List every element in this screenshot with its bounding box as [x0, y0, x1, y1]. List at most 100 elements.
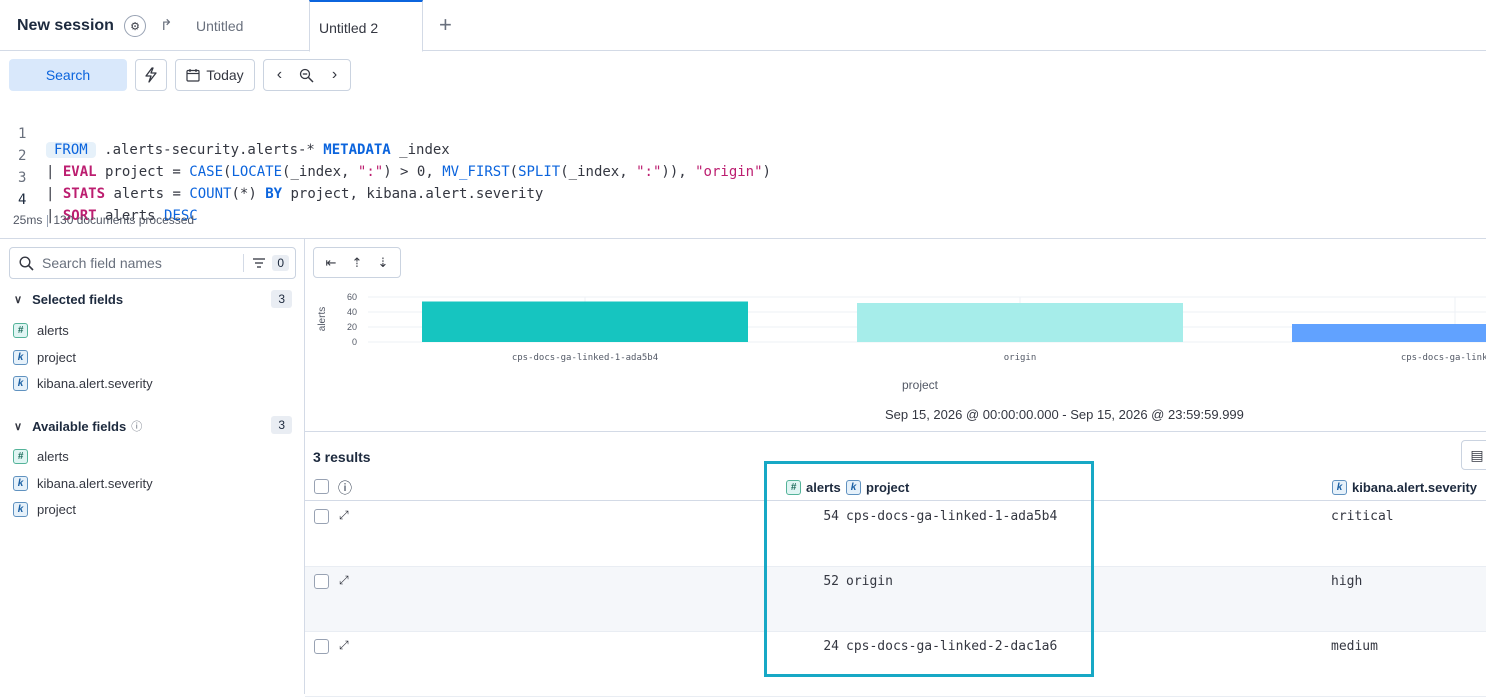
field-name: kibana.alert.severity [37, 376, 153, 391]
x-tick-label: cps-docs-ga-linked-1-ada5b4 [512, 353, 658, 363]
date-picker-button[interactable]: Today [175, 59, 255, 91]
y-tick-label: 20 [347, 322, 357, 332]
cell-alerts: 24 [823, 639, 839, 654]
field-name: project [37, 350, 77, 365]
keyword-type-icon: k [13, 376, 28, 391]
docs-processed: 130 documents processed [53, 213, 195, 227]
table-row[interactable]: ⤢ 54 cps-docs-ga-linked-1-ada5b4 critica… [305, 502, 1486, 567]
field-item-project[interactable]: k project [13, 350, 76, 365]
grid-header: ⓘ # alerts k project k kibana.alert.severit… [305, 473, 1486, 501]
table-row[interactable]: ⤢ 52 origin high [305, 567, 1486, 632]
bar-chart: 0 20 40 60 alerts cps-docs-ga-linked-1-ada5b4… [317, 292, 1486, 392]
available-fields-header[interactable]: ∨ Available fields ⓘ [14, 418, 142, 434]
session-settings-icon[interactable]: ⚙ [124, 15, 146, 37]
field-search-input[interactable] [42, 255, 232, 271]
field-item-alerts[interactable]: # alerts [13, 323, 69, 338]
chevron-left-icon[interactable]: ‹ [277, 66, 282, 84]
column-header-alerts[interactable]: # alerts [786, 480, 841, 495]
tab-untitled-2[interactable]: Untitled 2 [309, 0, 423, 52]
expand-icon[interactable]: ⤢ [339, 573, 349, 588]
table-row[interactable]: ⤢ 24 cps-docs-ga-linked-2-dac1a6 medium [305, 632, 1486, 697]
info-icon[interactable]: ⓘ [131, 418, 142, 434]
field-item-severity[interactable]: k kibana.alert.severity [13, 476, 153, 491]
collapse-chart-icon[interactable]: ⇣ [378, 255, 389, 271]
chart-toolbar: ⇤ ⇡ ⇣ [313, 247, 401, 278]
field-item-severity[interactable]: k kibana.alert.severity [13, 376, 153, 391]
number-type-icon: # [13, 323, 28, 338]
keyword-type-icon: k [13, 350, 28, 365]
code-line-1: 1 FROM .alerts-security.alerts-* METADAT… [18, 126, 450, 158]
keyword-type-icon: k [1332, 480, 1347, 495]
tab-untitled[interactable]: Untitled [196, 0, 243, 51]
field-name: kibana.alert.severity [37, 476, 153, 491]
keyword-type-icon: k [13, 502, 28, 517]
results-count: 3 results [313, 449, 371, 465]
select-all-checkbox[interactable] [314, 479, 329, 494]
row-checkbox[interactable] [314, 639, 329, 654]
x-tick-label: cps-docs-ga-linked-2 [1401, 353, 1486, 363]
keyword-type-icon: k [846, 480, 861, 495]
expand-chart-icon[interactable]: ⇡ [352, 255, 363, 271]
share-icon[interactable]: ↱ [160, 16, 173, 34]
column-title: project [866, 480, 910, 495]
time-range-label: Sep 15, 2026 @ 00:00:00.000 - Sep 15, 20… [885, 407, 1244, 422]
code-line-4: 4 | SORT alerts DESC [18, 192, 198, 224]
field-name: alerts [37, 449, 69, 464]
cell-project: cps-docs-ga-linked-1-ada5b4 [846, 509, 1058, 524]
field-name: project [37, 502, 77, 517]
chevron-down-icon: ∨ [14, 420, 23, 433]
code-line-3: 3 | STATS alerts = COUNT(*) BY project, … [18, 170, 544, 202]
row-checkbox[interactable] [314, 509, 329, 524]
y-axis-label: alerts [317, 307, 328, 331]
search-button[interactable]: Search [9, 59, 127, 91]
y-tick-label: 60 [347, 292, 357, 302]
add-tab-icon[interactable]: + [439, 12, 452, 38]
section-title: Available fields [32, 418, 127, 434]
field-filter-button[interactable]: 0 [243, 254, 289, 272]
results-grid: 3 results ▤ ⓘ # alerts k project k kibana.a… [305, 431, 1486, 697]
section-title: Selected fields [32, 292, 124, 307]
cell-alerts: 54 [823, 509, 839, 524]
query-editor[interactable]: 1 FROM .alerts-security.alerts-* METADAT… [0, 104, 1486, 224]
keyword-type-icon: k [13, 476, 28, 491]
zoom-out-icon[interactable] [299, 68, 315, 83]
field-sidebar: 0 ∨ Selected fields 3 # alerts k project k… [0, 238, 305, 694]
chevron-right-icon[interactable]: › [332, 66, 337, 84]
field-item-alerts[interactable]: # alerts [13, 449, 69, 464]
x-axis-label: project [902, 378, 939, 392]
query-time: 25ms [13, 213, 43, 227]
column-header-project[interactable]: k project [846, 480, 909, 495]
x-tick-label: origin [1004, 353, 1037, 363]
bar [1292, 324, 1486, 342]
cell-project: origin [846, 574, 893, 589]
filter-icon [253, 258, 266, 268]
column-title: alerts [806, 480, 841, 495]
main-panel: ⇤ ⇡ ⇣ 0 20 40 60 alerts cps-docs-ga-linked-1-… [305, 238, 1486, 697]
y-tick-label: 40 [347, 307, 357, 317]
search-icon [19, 255, 34, 271]
field-name: alerts [37, 323, 69, 338]
query-stats: 25ms 130 documents processed [13, 213, 194, 227]
bolt-icon [145, 67, 157, 83]
row-checkbox[interactable] [314, 574, 329, 589]
cell-alerts: 52 [823, 574, 839, 589]
grid-settings-icon[interactable]: ▤ [1461, 440, 1486, 470]
quick-actions-button[interactable] [135, 59, 167, 91]
collapse-sidebar-icon[interactable]: ⇤ [326, 255, 337, 271]
expand-icon[interactable]: ⤢ [339, 638, 349, 653]
bar [857, 303, 1183, 342]
filter-count: 0 [272, 255, 289, 271]
session-title: New session [17, 17, 114, 34]
code-line-2: 2 | EVAL project = CASE(LOCATE(_index, "… [18, 148, 771, 180]
cell-severity: medium [1331, 639, 1378, 654]
info-icon[interactable]: ⓘ [338, 478, 352, 498]
field-item-project[interactable]: k project [13, 502, 76, 517]
selected-fields-header[interactable]: ∨ Selected fields [14, 292, 123, 307]
date-label: Today [206, 67, 244, 83]
expand-icon[interactable]: ⤢ [339, 508, 349, 523]
column-header-severity[interactable]: k kibana.alert.severity [1332, 480, 1477, 495]
field-search-box: 0 [9, 247, 296, 279]
calendar-icon [186, 69, 200, 82]
time-nav-group: ‹ › [263, 59, 351, 91]
y-tick-label: 0 [352, 337, 357, 347]
